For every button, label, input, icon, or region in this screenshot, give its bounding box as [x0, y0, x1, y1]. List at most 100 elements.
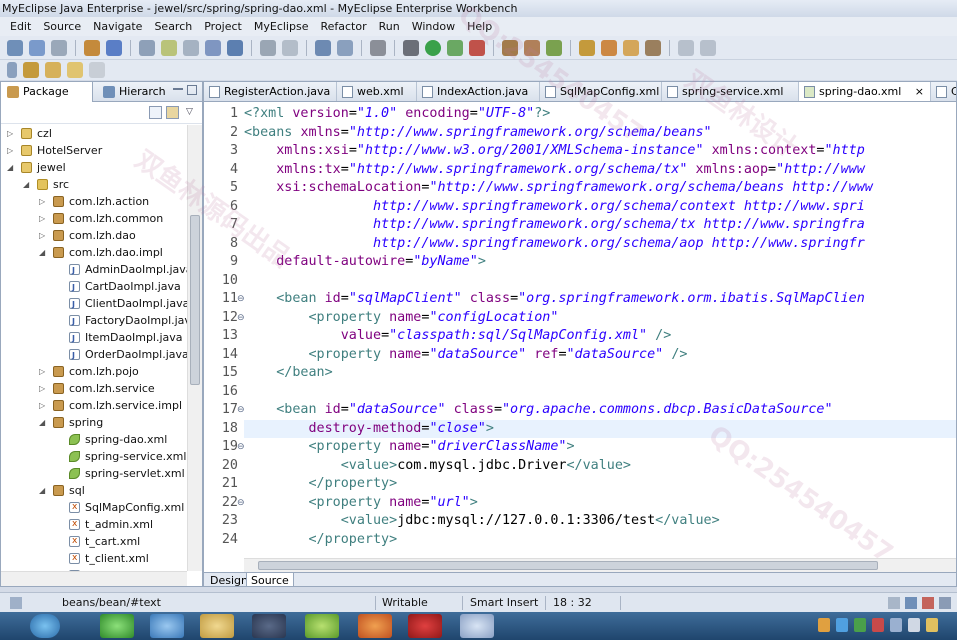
menu-search[interactable]: Search	[148, 17, 198, 36]
tree-expand-toggle-icon[interactable]: ◢	[39, 244, 45, 261]
tree-expand-toggle-icon[interactable]: ◢	[39, 414, 45, 431]
collapse-all-icon[interactable]	[149, 106, 162, 119]
link-with-editor-icon[interactable]	[166, 106, 179, 119]
tab-registeraction-java[interactable]: RegisterAction.java	[204, 82, 337, 101]
perspective-icon[interactable]	[678, 39, 694, 56]
open-folder-icon[interactable]	[579, 39, 595, 56]
deploy-icon[interactable]	[205, 39, 221, 56]
open-type-icon[interactable]	[183, 39, 199, 56]
copy-icon[interactable]	[282, 39, 298, 56]
terminal-icon[interactable]	[370, 39, 386, 56]
open-perspective-icon[interactable]	[315, 39, 331, 56]
fold-toggle-icon[interactable]: ⊖	[237, 401, 245, 420]
previous-annotation-icon[interactable]	[45, 62, 61, 78]
menu-project[interactable]: Project	[198, 17, 248, 36]
maximize-icon[interactable]	[187, 85, 197, 95]
settings-icon[interactable]	[546, 39, 562, 56]
menu-navigate[interactable]: Navigate	[87, 17, 148, 36]
code-area[interactable]: <?xml version="1.0" encoding="UTF-8"?> <b…	[244, 103, 956, 558]
save-icon[interactable]	[29, 39, 45, 56]
file-explorer-icon[interactable]	[200, 614, 234, 638]
back-arrow-icon[interactable]	[67, 62, 83, 78]
network-icon[interactable]	[890, 618, 902, 632]
bookmark-icon[interactable]	[623, 39, 639, 56]
new-file-icon[interactable]	[7, 39, 23, 56]
fold-toggle-icon[interactable]: ⊖	[237, 309, 245, 328]
tree-expand-toggle-icon[interactable]: ▷	[39, 193, 45, 210]
view-menu-chevron-icon[interactable]: ▽	[186, 107, 193, 117]
tab-indexaction-java[interactable]: IndexAction.java	[417, 82, 540, 101]
tray-icon[interactable]	[854, 618, 866, 632]
start-button-icon[interactable]	[30, 614, 60, 638]
next-annotation-icon[interactable]	[23, 62, 39, 78]
new-class-icon[interactable]	[161, 39, 177, 56]
tree-expand-toggle-icon[interactable]: ◢	[7, 159, 13, 176]
firefox-icon[interactable]	[358, 614, 392, 638]
tree-expand-toggle-icon[interactable]: ▷	[39, 363, 45, 380]
tree-expand-toggle-icon[interactable]: ◢	[39, 482, 45, 499]
tray-icon[interactable]	[872, 618, 884, 632]
server-icon[interactable]	[106, 39, 122, 56]
myeclipse-icon[interactable]	[252, 614, 286, 638]
perspective-switch-icon[interactable]	[700, 39, 716, 56]
fast-view-icon[interactable]	[10, 597, 22, 609]
tray-icon[interactable]	[836, 618, 848, 632]
coverage-icon[interactable]	[469, 39, 485, 56]
new-web-project-icon[interactable]	[139, 39, 155, 56]
tray-icon[interactable]	[926, 618, 938, 632]
editor-horizontal-scrollbar[interactable]	[244, 558, 956, 572]
tasks-icon[interactable]	[645, 39, 661, 56]
tray-icon[interactable]	[818, 618, 830, 632]
scroll-thumb[interactable]	[258, 561, 878, 570]
fold-toggle-icon[interactable]: ⊖	[237, 290, 245, 309]
toggle-mark-icon[interactable]	[7, 62, 17, 78]
leaf-app-icon[interactable]	[305, 614, 339, 638]
tab-overflow-file[interactable]: C	[931, 82, 956, 101]
tree-expand-toggle-icon[interactable]: ▷	[39, 397, 45, 414]
tree-expand-toggle-icon[interactable]: ▷	[7, 125, 13, 142]
tab-spring-service-xml[interactable]: spring-service.xml	[662, 82, 799, 101]
console-icon[interactable]	[888, 597, 900, 609]
k-app-icon[interactable]	[150, 614, 184, 638]
forward-arrow-icon[interactable]	[89, 62, 105, 78]
refresh-icon[interactable]	[524, 39, 540, 56]
outline-icon[interactable]	[939, 597, 951, 609]
tab-web-xml[interactable]: web.xml	[337, 82, 417, 101]
tab-spring-dao-xml[interactable]: spring-dao.xml ×	[799, 82, 931, 101]
minimize-icon[interactable]	[173, 88, 183, 90]
menu-refactor[interactable]: Refactor	[314, 17, 372, 36]
print-icon[interactable]	[51, 39, 67, 56]
tab-source[interactable]: Source	[246, 573, 294, 586]
tree-vertical-scrollbar[interactable]	[187, 125, 202, 571]
tree-expand-toggle-icon[interactable]: ▷	[39, 210, 45, 227]
menu-edit[interactable]: Edit	[4, 17, 37, 36]
browser-icon[interactable]	[100, 614, 134, 638]
tree-expand-toggle-icon[interactable]: ▷	[39, 380, 45, 397]
servers-icon[interactable]	[922, 597, 934, 609]
fold-toggle-icon[interactable]: ⊖	[237, 438, 245, 457]
debug-icon[interactable]	[403, 39, 419, 56]
run-external-icon[interactable]	[447, 39, 463, 56]
tree-expand-toggle-icon[interactable]: ▷	[7, 142, 13, 159]
run-icon[interactable]	[425, 39, 441, 56]
menu-window[interactable]: Window	[406, 17, 461, 36]
volume-icon[interactable]	[908, 618, 920, 632]
word-icon[interactable]	[460, 614, 494, 638]
build-icon[interactable]	[502, 39, 518, 56]
scroll-thumb[interactable]	[190, 215, 200, 385]
tab-hierarchy[interactable]: Hierarch	[97, 82, 167, 102]
wand-icon[interactable]	[601, 39, 617, 56]
problems-icon[interactable]	[905, 597, 917, 609]
image-icon[interactable]	[337, 39, 353, 56]
tree-expand-toggle-icon[interactable]: ▷	[39, 227, 45, 244]
menu-help[interactable]: Help	[461, 17, 498, 36]
close-tab-icon[interactable]: ×	[915, 82, 924, 101]
tab-package-explorer[interactable]: Package	[1, 82, 93, 102]
tree-expand-toggle-icon[interactable]: ◢	[23, 176, 29, 193]
cut-icon[interactable]	[260, 39, 276, 56]
tab-sqlmapconfig-xml[interactable]: SqlMapConfig.xml	[540, 82, 662, 101]
globe-icon[interactable]	[227, 39, 243, 56]
red-app-icon[interactable]	[408, 614, 442, 638]
fold-toggle-icon[interactable]: ⊖	[237, 494, 245, 513]
menu-source[interactable]: Source	[37, 17, 87, 36]
